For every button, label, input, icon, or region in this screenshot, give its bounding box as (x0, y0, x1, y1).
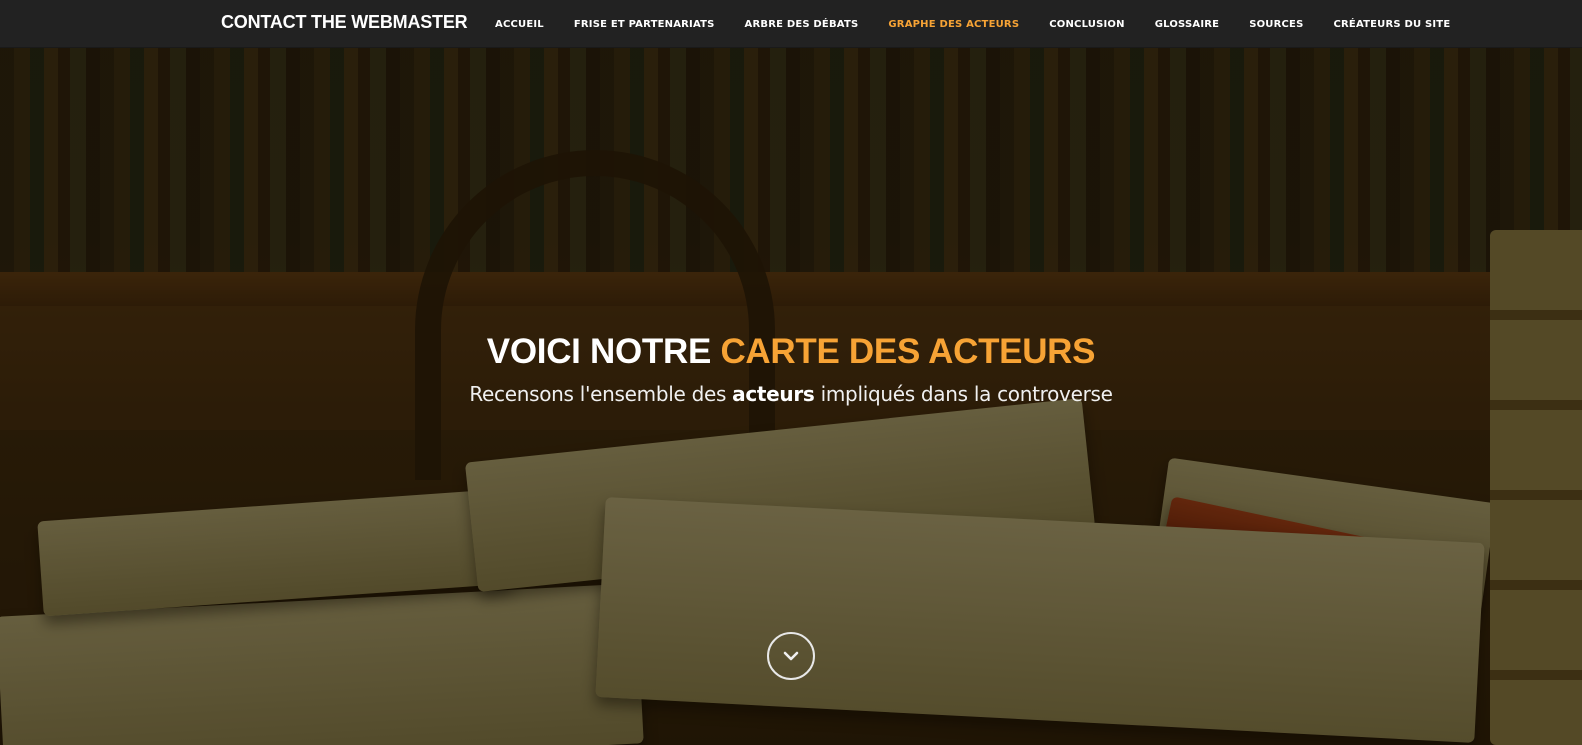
nav-menu: ACCUEIL FRISE ET PARTENARIATS ARBRE DES … (480, 0, 1465, 48)
subtitle-text-after: impliqués dans la controverse (820, 382, 1113, 406)
hero-headline: VOICI NOTRE CARTE DES ACTEURS (0, 330, 1582, 374)
nav-item-arbre-des-debats[interactable]: ARBRE DES DÉBATS (730, 19, 874, 30)
nav-item-sources[interactable]: SOURCES (1234, 19, 1318, 30)
chevron-down-icon (783, 651, 799, 661)
headline-accent: CARTE DES ACTEURS (720, 332, 1096, 371)
nav-item-createurs-du-site[interactable]: CRÉATEURS DU SITE (1318, 19, 1465, 30)
headline-prefix: VOICI NOTRE (486, 332, 712, 371)
brand-link[interactable]: CONTACT THE WEBMASTER (221, 12, 468, 33)
top-navbar: CONTACT THE WEBMASTER ACCUEIL FRISE ET P… (0, 0, 1582, 48)
nav-item-conclusion[interactable]: CONCLUSION (1034, 19, 1139, 30)
hero-subtitle: Recensons l'ensemble des acteurs impliqu… (0, 382, 1582, 406)
nav-item-glossaire[interactable]: GLOSSAIRE (1140, 19, 1234, 30)
nav-item-frise-et-partenariats[interactable]: FRISE ET PARTENARIATS (559, 19, 730, 30)
subtitle-text-before: Recensons l'ensemble des (469, 382, 727, 406)
hero-content: VOICI NOTRE CARTE DES ACTEURS Recensons … (0, 330, 1582, 406)
scroll-down-button[interactable] (767, 632, 815, 680)
subtitle-bold-word: acteurs (732, 382, 815, 406)
nav-item-accueil[interactable]: ACCUEIL (480, 19, 559, 30)
nav-item-graphe-des-acteurs[interactable]: GRAPHE DES ACTEURS (873, 19, 1034, 30)
